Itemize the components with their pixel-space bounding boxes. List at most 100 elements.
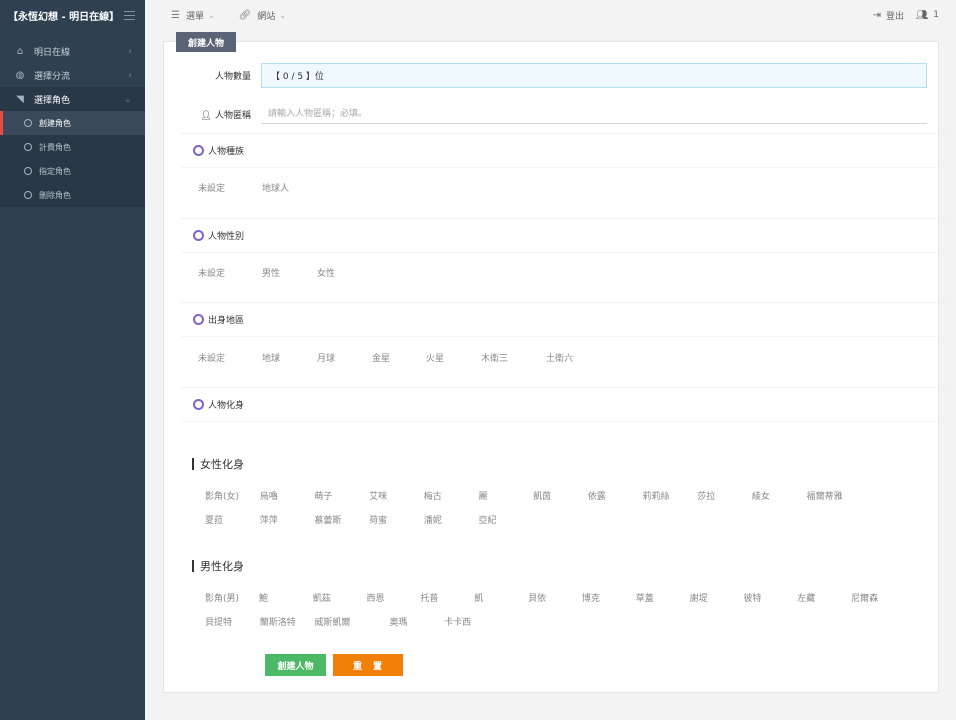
brand-header: 【永恆幻想 - 明日在線】: [0, 0, 145, 30]
sidebar-subitem-label: 指定角色: [39, 166, 71, 176]
users-icon: 👥︎: [915, 9, 929, 21]
globe-icon: ◍: [15, 69, 25, 81]
sidebar-submenu: 創建角色 計費角色 指定角色 刪除角色: [0, 111, 145, 207]
female-avatar[interactable]: 莎拉: [697, 489, 752, 502]
female-avatar-row: 夏菈 萍萍 慕蕾斯 荷蜜 潘妮 亞紀: [205, 507, 905, 531]
sidebar-item-online[interactable]: ⌂ 明日在線 ›: [0, 39, 145, 63]
region-section: 出身地區 未設定 地球 月球 金星 火星 木衛三 土衛六: [181, 302, 952, 382]
male-avatar-title: 男性化身: [192, 558, 244, 574]
female-avatar-grid: 影角(女) 烏嚕 萌子 艾咪 梅古 麗 凱茵 依露 莉莉絲 莎拉 綾女 福爾蒂雅…: [205, 483, 905, 531]
region-option[interactable]: 月球: [317, 351, 372, 364]
female-avatar[interactable]: 艾咪: [369, 489, 424, 502]
sidebar-subitem-delete[interactable]: 刪除角色: [0, 183, 145, 207]
male-avatar[interactable]: 尼爾森: [851, 591, 905, 604]
race-header: 人物種族: [181, 134, 952, 168]
male-avatar[interactable]: 蘭斯洛特: [260, 615, 315, 628]
nickname-input[interactable]: [261, 104, 927, 124]
region-option[interactable]: 地球: [262, 351, 317, 364]
region-option[interactable]: 未設定: [198, 351, 262, 364]
gender-header: 人物性別: [181, 219, 952, 253]
region-option[interactable]: 火星: [426, 351, 481, 364]
create-character-panel: 創建人物 人物數量 【 0 / 5 】位 👤︎人物匿稱 人物種族 未設定 地球人…: [163, 32, 952, 693]
female-avatar[interactable]: 潘妮: [424, 513, 479, 526]
female-avatar[interactable]: 綾女: [752, 489, 807, 502]
reset-button[interactable]: 重 置: [333, 654, 403, 676]
race-option[interactable]: 未設定: [198, 181, 262, 194]
users-button[interactable]: 👥︎ 1: [916, 0, 939, 30]
male-avatar[interactable]: 西恩: [367, 591, 421, 604]
create-character-button[interactable]: 創建人物: [265, 654, 326, 676]
female-avatar[interactable]: 亞紀: [478, 513, 533, 526]
male-avatar[interactable]: 凱茲: [313, 591, 367, 604]
male-avatar[interactable]: 博克: [582, 591, 636, 604]
female-title-label: 女性化身: [200, 458, 244, 471]
male-avatar[interactable]: 奧瑪: [389, 615, 444, 628]
female-avatar[interactable]: 萍萍: [260, 513, 315, 526]
female-avatar[interactable]: 麗: [478, 489, 533, 502]
female-avatar[interactable]: 影角(女): [205, 489, 260, 502]
male-avatar[interactable]: 謝堤: [690, 591, 744, 604]
circle-icon: [24, 119, 32, 127]
female-avatar[interactable]: 萌子: [314, 489, 369, 502]
circle-icon: [24, 167, 32, 175]
male-avatar[interactable]: 草蓋: [636, 591, 690, 604]
home-icon: ⌂: [16, 45, 24, 57]
male-avatar-grid: 影角(男) 鮑 凱茲 西恩 托普 凱 貝依 博克 草蓋 謝堤 彼特 左藏 尼爾森…: [205, 585, 905, 633]
male-avatar[interactable]: 左藏: [797, 591, 851, 604]
circle-icon: [193, 399, 204, 410]
chevron-down-icon: ⌄: [207, 10, 215, 20]
female-avatar[interactable]: 慕蕾斯: [314, 513, 369, 526]
name-label: 人物匿稱: [214, 110, 251, 121]
name-label-wrap: 👤︎ 人物匿稱: [164, 108, 261, 121]
gender-options: 未設定 男性 女性: [198, 266, 335, 279]
male-avatar[interactable]: 貝依: [528, 591, 582, 604]
female-avatar[interactable]: 烏嚕: [260, 489, 315, 502]
sidebar-item-label: 選擇分流: [34, 71, 71, 82]
female-avatar[interactable]: 梅古: [424, 489, 479, 502]
sidebar-item-character[interactable]: ◥ 選擇角色 ⌄: [0, 87, 145, 111]
logout-button[interactable]: ⇥ 登出: [873, 0, 904, 30]
female-avatar[interactable]: 荷蜜: [369, 513, 424, 526]
female-avatar[interactable]: 莉莉絲: [643, 489, 698, 502]
sidebar-subitem-billing[interactable]: 計費角色: [0, 135, 145, 159]
sidebar-subitem-create[interactable]: 創建角色: [0, 111, 145, 135]
region-option[interactable]: 金星: [372, 351, 426, 364]
male-avatar[interactable]: 托普: [420, 591, 474, 604]
female-avatar[interactable]: 依露: [588, 489, 643, 502]
gender-option[interactable]: 男性: [262, 266, 317, 279]
gender-option[interactable]: 女性: [317, 266, 335, 279]
male-avatar[interactable]: 卡卡西: [444, 615, 499, 628]
female-avatar[interactable]: 福爾蒂雅: [807, 489, 862, 502]
chevron-right-icon: ›: [128, 69, 132, 81]
site-dropdown[interactable]: 🔗︎ 網站 ⌄: [239, 9, 286, 22]
race-option[interactable]: 地球人: [262, 181, 289, 194]
count-display: 【 0 / 5 】位: [261, 63, 927, 88]
race-title: 人物種族: [208, 147, 245, 157]
male-avatar[interactable]: 鮑: [259, 591, 313, 604]
region-option[interactable]: 土衛六: [546, 351, 573, 364]
menu-toggle-icon[interactable]: [124, 10, 135, 20]
region-options: 未設定 地球 月球 金星 火星 木衛三 土衛六: [198, 351, 573, 364]
female-avatar-title: 女性化身: [192, 456, 244, 472]
male-avatar[interactable]: 貝提特: [205, 615, 260, 628]
logout-label: 登出: [885, 11, 904, 22]
male-avatar[interactable]: 威斯凱爾: [314, 615, 389, 628]
female-avatar[interactable]: 凱茵: [533, 489, 588, 502]
chevron-down-icon: ⌄: [279, 10, 287, 20]
sidebar-subitem-assign[interactable]: 指定角色: [0, 159, 145, 183]
male-avatar[interactable]: 影角(男): [205, 591, 259, 604]
count-row: 人物數量 【 0 / 5 】位: [164, 63, 927, 88]
female-avatar[interactable]: 夏菈: [205, 513, 260, 526]
site-label: 網站: [257, 11, 276, 22]
link-icon: 🔗︎: [238, 9, 252, 21]
region-option[interactable]: 木衛三: [481, 351, 546, 364]
male-avatar[interactable]: 凱: [474, 591, 528, 604]
chevron-right-icon: ›: [128, 45, 132, 57]
menu-dropdown[interactable]: ☰ 選單 ⌄: [171, 9, 215, 22]
circle-icon: [193, 145, 204, 156]
title-bar: [192, 560, 194, 572]
male-avatar[interactable]: 彼特: [743, 591, 797, 604]
male-avatar-row: 貝提特 蘭斯洛特 威斯凱爾 奧瑪 卡卡西: [205, 609, 905, 633]
gender-option[interactable]: 未設定: [198, 266, 262, 279]
sidebar-item-server[interactable]: ◍ 選擇分流 ›: [0, 63, 145, 87]
